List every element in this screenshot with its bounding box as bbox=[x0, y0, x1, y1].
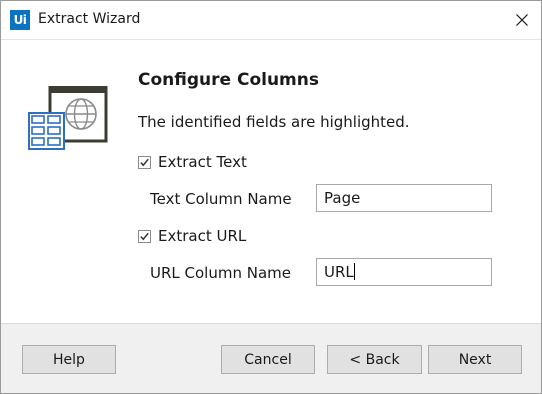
text-column-name-value: Page bbox=[324, 189, 361, 207]
url-column-name-label: URL Column Name bbox=[150, 264, 291, 282]
uipath-logo-icon: Ui bbox=[10, 10, 30, 30]
url-column-name-value: URL bbox=[324, 263, 354, 281]
page-heading: Configure Columns bbox=[138, 70, 319, 90]
window-title: Extract Wizard bbox=[38, 11, 141, 27]
extract-url-label: Extract URL bbox=[158, 227, 247, 245]
text-column-name-input[interactable]: Page bbox=[316, 184, 492, 212]
title-bar: Ui Extract Wizard bbox=[1, 1, 541, 40]
checkmark-icon bbox=[140, 158, 149, 166]
close-button[interactable] bbox=[503, 1, 541, 39]
web-table-extract-icon bbox=[28, 86, 108, 150]
extract-wizard-window: Ui Extract Wizard Configure Columns The … bbox=[0, 0, 542, 394]
back-button[interactable]: < Back bbox=[327, 345, 422, 374]
extract-url-checkbox[interactable] bbox=[138, 229, 151, 243]
extract-text-checkbox[interactable] bbox=[138, 155, 151, 169]
extract-url-checkbox-row[interactable]: Extract URL bbox=[138, 226, 246, 246]
cancel-button[interactable]: Cancel bbox=[221, 345, 315, 374]
help-button[interactable]: Help bbox=[22, 345, 116, 374]
extract-text-checkbox-row[interactable]: Extract Text bbox=[138, 152, 247, 172]
text-caret bbox=[353, 263, 355, 280]
next-button[interactable]: Next bbox=[428, 345, 522, 374]
wizard-content: Configure Columns The identified fields … bbox=[1, 40, 541, 323]
text-column-name-label: Text Column Name bbox=[150, 190, 292, 208]
wizard-footer: Help Cancel < Back Next bbox=[1, 323, 541, 393]
extract-text-label: Extract Text bbox=[158, 153, 247, 171]
close-icon bbox=[516, 14, 528, 26]
checkmark-icon bbox=[140, 232, 149, 240]
url-column-name-input[interactable]: URL bbox=[316, 258, 492, 286]
page-description: The identified fields are highlighted. bbox=[138, 113, 410, 131]
